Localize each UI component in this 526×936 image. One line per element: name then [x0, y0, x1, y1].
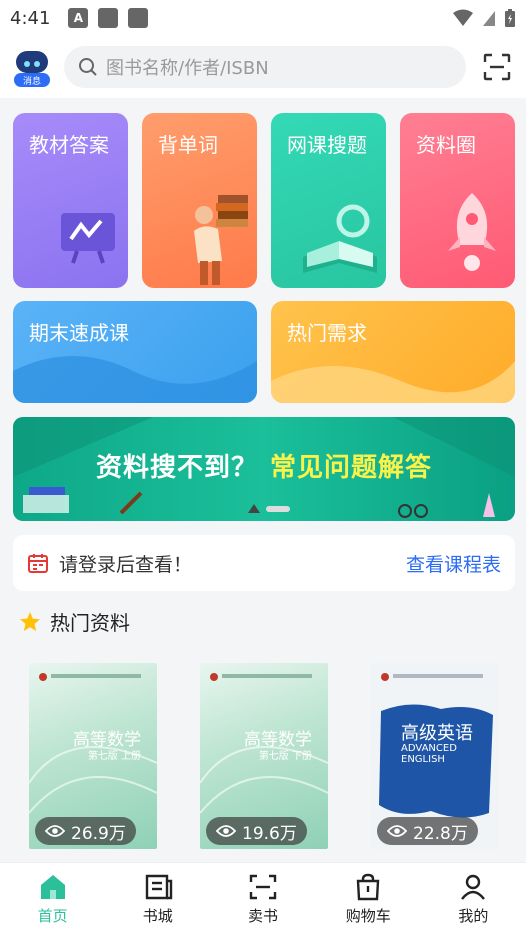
carousel-indicator: [248, 504, 290, 513]
wifi-icon: [453, 9, 473, 26]
login-prompt-text: 请登录后查看！: [59, 553, 193, 576]
scan-sell-icon: [249, 874, 277, 900]
login-prompt-card: 请登录后查看！ 查看课程表: [13, 535, 515, 591]
eye-icon: [45, 825, 65, 837]
tab-label: 我的: [458, 907, 489, 925]
tile-online-course-search[interactable]: 网课搜题: [271, 113, 386, 288]
tile-label: 网课搜题: [287, 133, 367, 157]
tab-label: 书城: [142, 907, 173, 925]
notification-app-icon: [98, 8, 119, 28]
book-title: 高级英语: [401, 723, 473, 744]
search-icon: [79, 58, 97, 76]
scan-icon: [483, 53, 511, 81]
wave-decoration: [271, 361, 515, 403]
view-count-badge: 22.8万: [377, 817, 478, 845]
tile-resource-circle[interactable]: 资料圈: [400, 113, 515, 288]
tile-final-exam-crash-course[interactable]: 期末速成课: [13, 301, 257, 403]
notification-app2-icon: [128, 8, 149, 28]
view-count: 22.8万: [413, 823, 468, 844]
scan-button[interactable]: [482, 52, 512, 82]
carousel-play-icon: [248, 504, 260, 513]
robot-eye-icon: [34, 61, 40, 67]
bookstore-icon: [145, 874, 172, 900]
robot-eye-icon: [24, 61, 30, 67]
calendar-icon: [28, 554, 48, 573]
search-placeholder: 图书名称/作者/ISBN: [106, 58, 269, 79]
tile-label: 资料圈: [416, 133, 476, 157]
tile-textbook-answers[interactable]: 教材答案: [13, 113, 128, 288]
tab-label: 首页: [37, 907, 68, 925]
book-card[interactable]: 高级英语 ADVANCED ENGLISH 22.8万: [371, 663, 499, 849]
view-count-badge: 19.6万: [206, 817, 307, 845]
view-count: 26.9万: [71, 823, 126, 844]
signal-icon: [483, 11, 495, 26]
view-count: 19.6万: [242, 823, 297, 844]
search-input[interactable]: 图书名称/作者/ISBN: [64, 46, 466, 88]
battery-icon: [505, 9, 515, 27]
tab-bookstore[interactable]: 书城: [105, 863, 210, 936]
message-robot-button[interactable]: 消息: [12, 47, 52, 87]
eye-icon: [216, 825, 236, 837]
view-schedule-link[interactable]: 查看课程表: [406, 550, 501, 577]
tab-label: 购物车: [345, 907, 391, 925]
hot-materials-heading: 热门资料: [18, 607, 130, 636]
section-title-text: 热门资料: [50, 611, 130, 635]
robot-head-icon: [16, 51, 48, 73]
book-card[interactable]: 高等数学 第七版 下册 19.6万: [200, 663, 328, 849]
book-subtitle: 第七版 上册: [87, 751, 141, 762]
tab-profile[interactable]: 我的: [421, 863, 526, 936]
banner-text: 资料搜不到？ 常见问题解答: [13, 447, 515, 484]
tab-sell-books[interactable]: 卖书: [210, 863, 315, 936]
status-bar: 4:41 A: [0, 0, 526, 36]
notification-a-icon: A: [68, 8, 89, 28]
tab-label: 卖书: [248, 907, 279, 925]
open-book-icon: [303, 204, 377, 273]
tile-vocabulary[interactable]: 背单词: [142, 113, 257, 288]
book-subtitle: ADVANCED ENGLISH: [401, 743, 457, 765]
message-badge: 消息: [14, 73, 50, 87]
eye-icon: [387, 825, 407, 837]
shopping-bag-icon: [356, 873, 380, 901]
banner-text-yellow: 常见问题解答: [270, 453, 433, 483]
home-icon: [40, 875, 65, 899]
status-notification-icons: A: [68, 8, 149, 28]
carousel-dot-active: [266, 505, 290, 512]
rocket-icon: [448, 193, 496, 271]
user-icon: [461, 874, 486, 900]
view-count-badge: 26.9万: [35, 817, 136, 845]
status-system-icons: [452, 8, 516, 28]
wave-decoration: [13, 356, 257, 403]
tile-label: 教材答案: [29, 133, 109, 157]
tile-label: 背单词: [158, 133, 218, 157]
tile-hot-demand[interactable]: 热门需求: [271, 301, 515, 403]
top-header: 消息 图书名称/作者/ISBN: [0, 36, 526, 98]
board-chart-icon: [61, 213, 115, 264]
person-books-icon: [194, 195, 248, 285]
banner-text-white: 资料搜不到？: [95, 453, 258, 483]
book-subtitle: 第七版 下册: [258, 751, 312, 762]
tab-cart[interactable]: 购物车: [316, 863, 421, 936]
book-card[interactable]: 高等数学 第七版 上册 26.9万: [29, 663, 157, 849]
tab-home[interactable]: 首页: [0, 863, 105, 936]
status-time: 4:41: [10, 7, 51, 29]
star-badge-icon: [20, 611, 40, 631]
bottom-tab-bar: 首页 书城 卖书 购物车 我的: [0, 862, 526, 936]
